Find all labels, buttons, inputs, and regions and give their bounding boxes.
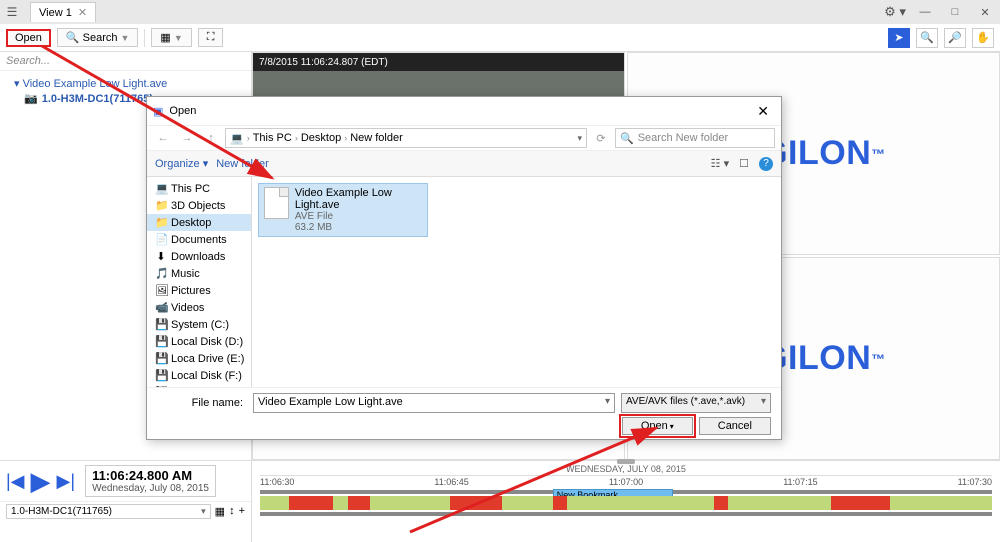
file-list[interactable]: Video Example Low Light.ave AVE File 63.… [252,177,781,387]
search-icon: 🔍 [620,132,634,145]
hamburger-icon[interactable]: ☰ [0,5,24,19]
gear-icon[interactable]: ⚙ ▾ [880,4,910,20]
timeline: |◀ ▶ ▶| 11:06:24.800 AM Wednesday, July … [0,460,1000,542]
file-type-select[interactable]: AVE/AVK files (*.ave,*.avk) [621,393,771,413]
folder-icon: 📁 [155,199,167,212]
plus-icon[interactable]: + [239,505,245,518]
open-button[interactable]: Open [6,29,51,47]
tree-root[interactable]: ▾ Video Example Low Light.ave [6,75,245,92]
search-icon: 🔍 [66,31,80,44]
view-mode-icon[interactable]: ☷ ▾ [711,157,729,170]
zoom-out-icon[interactable]: 🔎 [944,28,966,48]
search-button[interactable]: 🔍Search▼ [57,28,138,47]
pc-icon: 💻 [230,132,244,145]
tree-item[interactable]: 💾Loca Drive (E:) [147,350,251,367]
pointer-tool-icon[interactable]: ➤ [888,28,910,48]
folder-icon: 🖼 [155,284,167,297]
folder-icon: 💾 [155,352,167,365]
folder-icon: 📄 [155,233,167,246]
sidebar-search-input[interactable]: Search... [0,52,251,71]
breadcrumb[interactable]: 💻 › This PC› Desktop› New folder ▾ [225,128,587,148]
timeline-track[interactable] [260,496,992,510]
folder-icon: 💾 [155,335,167,348]
tree-item[interactable]: 🖼Pictures [147,282,251,299]
folder-icon: 📹 [155,301,167,314]
folder-icon: ▣ [153,105,163,118]
tree-item[interactable]: 💾System (C:) [147,316,251,333]
timeline-track-area[interactable]: WEDNESDAY, JULY 08, 2015 11:06:3011:06:4… [252,461,1000,542]
tree-item[interactable]: 💾Local Disk (F:) [147,367,251,384]
dialog-nav: ← → ↑ 💻 › This PC› Desktop› New folder ▾… [147,125,781,151]
camera-select[interactable]: 1.0-H3M-DC1(711765)▾ [6,504,211,519]
up-icon[interactable]: ↑ [201,132,221,144]
forward-icon[interactable]: → [177,132,197,144]
file-size: 63.2 MB [295,222,422,233]
main-toolbar: Open 🔍Search▼ ▦ ▼ ⛶ ➤ 🔍 🔎 ✋ [0,24,1000,52]
tree-item[interactable]: 📁Desktop [147,214,251,231]
tree-item[interactable]: 📄Documents [147,231,251,248]
tree-item[interactable]: 💻This PC [147,180,251,197]
close-icon[interactable]: ✕ [78,6,87,19]
minimize-button[interactable]: — [910,6,940,18]
dialog-titlebar: ▣ Open ✕ [147,97,781,125]
tree-item[interactable]: 🎵Music [147,265,251,282]
back-icon[interactable]: ← [153,132,173,144]
preview-icon[interactable]: ☐ [739,157,749,170]
fullscreen-button[interactable]: ⛶ [198,28,224,47]
add-icon[interactable]: ▦ [215,505,225,518]
help-icon[interactable]: ? [759,157,773,171]
dialog-title: Open [169,105,196,117]
window-titlebar: ☰ View 1 ✕ ⚙ ▾ — □ ✕ [0,0,1000,24]
time-display[interactable]: 11:06:24.800 AM Wednesday, July 08, 2015 [85,465,216,497]
folder-icon: 💾 [155,318,167,331]
file-item[interactable]: Video Example Low Light.ave AVE File 63.… [258,183,428,237]
play-icon[interactable]: ▶ [31,466,51,497]
step-forward-icon[interactable]: ▶| [57,471,76,492]
file-type: AVE File [295,211,422,222]
view-tab[interactable]: View 1 ✕ [30,2,96,22]
timeline-ticks: 11:06:3011:06:4511:07:0011:07:1511:07:30 [260,476,992,488]
new-folder-button[interactable]: New folder [216,158,269,170]
layout-button[interactable]: ▦ ▼ [151,28,191,47]
cancel-button[interactable]: Cancel [699,417,771,435]
folder-icon: 💻 [155,182,167,195]
file-open-dialog: ▣ Open ✕ ← → ↑ 💻 › This PC› Desktop› New… [146,96,782,440]
arrow-icon[interactable]: ↕ [229,505,235,518]
folder-icon: 📁 [155,216,167,229]
tab-label: View 1 [39,7,72,19]
maximize-button[interactable]: □ [940,6,970,18]
camera-icon: 📷 [24,92,38,105]
tree-item[interactable]: 💾Local Disk (D:) [147,333,251,350]
file-name-input[interactable]: Video Example Low Light.ave [253,393,615,413]
timeline-date-header: WEDNESDAY, JULY 08, 2015 [260,463,992,476]
feed-timestamp: 7/8/2015 11:06:24.807 (EDT) [253,53,624,71]
tree-item[interactable]: 📹Videos [147,299,251,316]
folder-icon: 💾 [155,369,167,382]
refresh-icon[interactable]: ⟳ [591,132,611,145]
folder-icon: ⬇ [155,250,167,263]
dialog-search-input[interactable]: 🔍 Search New folder [615,128,775,148]
open-button[interactable]: Open▾ [622,417,693,435]
file-icon [264,187,289,219]
folder-icon: 🎵 [155,267,167,280]
tree-item[interactable]: ⬇Downloads [147,248,251,265]
dialog-toolbar: Organize ▾ New folder ☷ ▾ ☐ ? [147,151,781,177]
file-name-label: File name: [157,397,247,409]
organize-button[interactable]: Organize ▾ [155,157,208,170]
resize-handle-icon[interactable] [617,459,635,464]
zoom-in-icon[interactable]: 🔍 [916,28,938,48]
pan-icon[interactable]: ✋ [972,28,994,48]
file-name: Video Example Low Light.ave [295,187,422,211]
folder-tree[interactable]: 💻This PC📁3D Objects📁Desktop📄Documents⬇Do… [147,177,252,387]
close-icon[interactable]: ✕ [751,103,775,120]
close-button[interactable]: ✕ [970,6,1000,19]
tree-item[interactable]: 📁3D Objects [147,197,251,214]
step-back-icon[interactable]: |◀ [6,471,25,492]
